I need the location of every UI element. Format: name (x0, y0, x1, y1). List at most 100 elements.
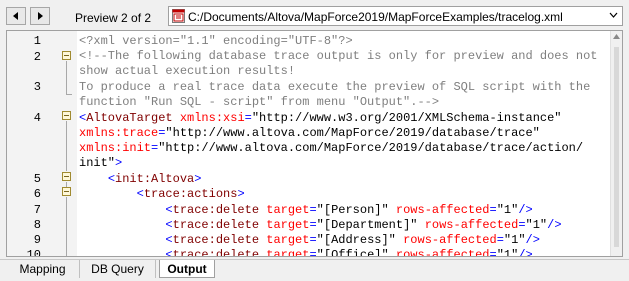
fold-end-marker (66, 94, 72, 95)
collapse-init-altova-toggle[interactable] (62, 172, 71, 181)
equals-sign: = (489, 248, 497, 257)
line-number: 5 (33, 172, 41, 186)
tag-bracket: < (165, 218, 173, 232)
tab-output[interactable]: Output (159, 260, 215, 278)
code-line-altovatarget: <AltovaTarget xmlns:xsi="http://www.w3.o… (79, 111, 562, 125)
xml-file-icon (172, 9, 185, 23)
collapse-trace-actions-toggle[interactable] (62, 187, 71, 196)
attribute-name: xmlns:trace (79, 126, 159, 140)
attribute-value: "http://www.altova.com/MapForce/2019/dat… (165, 126, 540, 140)
tag-bracket: /> (525, 233, 540, 247)
chevron-down-icon[interactable] (609, 12, 618, 18)
tab-db-query[interactable]: DB Query (80, 260, 156, 278)
collapse-comment-toggle[interactable] (62, 51, 71, 60)
attribute-name: target (266, 218, 310, 232)
element-name: trace:delete (172, 218, 260, 232)
equals-sign: = (489, 203, 497, 217)
tag-bracket: /> (547, 218, 562, 232)
equals-sign: = (518, 218, 526, 232)
line-number: 8 (33, 218, 41, 232)
output-file-dropdown[interactable]: C:/Documents/Altova/MapForce2019/MapForc… (168, 6, 623, 26)
line-number: 10 (26, 248, 41, 257)
line-number: 4 (33, 111, 41, 125)
code-line-init-altova: <init:Altova> (79, 172, 202, 186)
previous-preview-button[interactable] (6, 7, 26, 25)
xml-output-editor[interactable]: 1 2 3 4 5 6 7 8 9 10 <?xml version="1.1"… (6, 30, 623, 257)
attribute-name: rows-affected (395, 203, 490, 217)
tag-bracket: /> (518, 203, 533, 217)
attribute-name: xmlns:init (79, 141, 152, 155)
code-line-altovatarget-cont: xmlns:init="http://www.altova.com/MapFor… (79, 141, 583, 155)
code-line-comment: <!--The following database trace output … (79, 49, 598, 63)
fold-guide-line (66, 121, 67, 171)
code-line-altovatarget-cont: xmlns:trace="http://www.altova.com/MapFo… (79, 126, 540, 140)
line-number: 6 (33, 187, 41, 201)
line-number: 2 (33, 50, 41, 64)
fold-guide-line (66, 197, 67, 256)
tab-mapping[interactable]: Mapping (6, 260, 80, 278)
equals-sign: = (309, 218, 317, 232)
code-line-comment: function "Run SQL - script" from menu "O… (79, 95, 440, 109)
tag-bracket: > (237, 187, 245, 201)
line-number: 1 (33, 34, 41, 48)
code-line-trace-delete: <trace:delete target="[Address]" rows-af… (79, 233, 540, 247)
attribute-value: "1" (496, 248, 519, 257)
attribute-value: "http://www.w3.org/2001/XMLSchema-instan… (251, 111, 562, 125)
code-line-trace-actions: <trace:actions> (79, 187, 245, 201)
output-file-path: C:/Documents/Altova/MapForce2019/MapForc… (188, 10, 563, 24)
triangle-left-icon (13, 12, 18, 20)
attribute-value: "1" (496, 203, 519, 217)
collapse-altovatarget-toggle[interactable] (62, 111, 71, 120)
next-preview-button[interactable] (30, 7, 50, 25)
tag-bracket: < (136, 187, 144, 201)
element-name: AltovaTarget (86, 111, 173, 125)
tag-bracket: > (115, 156, 123, 170)
vertical-scrollbar[interactable] (610, 31, 622, 256)
attribute-value: "[Address]" (316, 233, 396, 247)
element-name: trace:delete (172, 203, 260, 217)
scroll-up-arrow-icon[interactable] (613, 34, 620, 39)
attribute-value: "1" (525, 218, 548, 232)
line-number: 9 (33, 233, 41, 247)
attribute-value: "1" (503, 233, 526, 247)
tag-bracket: < (165, 203, 173, 217)
attribute-value: "[Office]" (316, 248, 389, 257)
code-line-comment: To produce a real trace data execute the… (79, 80, 591, 94)
equals-sign: = (309, 233, 317, 247)
element-name: init:Altova (115, 172, 195, 186)
tag-bracket: < (165, 248, 173, 257)
equals-sign: = (244, 111, 252, 125)
tag-bracket: > (194, 172, 202, 186)
attribute-value: "http://www.altova.com/MapForce/2019/dat… (158, 141, 584, 155)
element-name: trace:actions (143, 187, 238, 201)
attribute-name: target (266, 248, 310, 257)
element-name: trace:delete (172, 248, 260, 257)
line-number-gutter: 1 2 3 4 5 6 7 8 9 10 (7, 31, 77, 256)
tag-bracket: < (107, 172, 116, 186)
preview-toolbar: Preview 2 of 2 C:/Documents/Altova/MapFo… (0, 0, 629, 28)
view-tab-bar: Mapping DB Query Output (0, 259, 629, 281)
equals-sign: = (496, 233, 504, 247)
code-line-comment: show actual execution results! (79, 64, 296, 78)
element-name: trace:delete (172, 233, 260, 247)
attribute-name: rows-affected (424, 218, 519, 232)
attribute-value: init" (79, 156, 116, 170)
code-line-altovatarget-cont: init"> (79, 156, 122, 170)
equals-sign: = (309, 203, 317, 217)
scrollbar-thumb[interactable] (614, 47, 619, 247)
attribute-value: "[Department]" (316, 218, 418, 232)
code-line-trace-delete: <trace:delete target="[Person]" rows-aff… (79, 203, 533, 217)
line-number: 3 (33, 80, 41, 94)
code-line-trace-delete: <trace:delete target="[Office]" rows-aff… (79, 248, 532, 257)
attribute-name: target (266, 203, 310, 217)
fold-guide-line (66, 61, 67, 94)
